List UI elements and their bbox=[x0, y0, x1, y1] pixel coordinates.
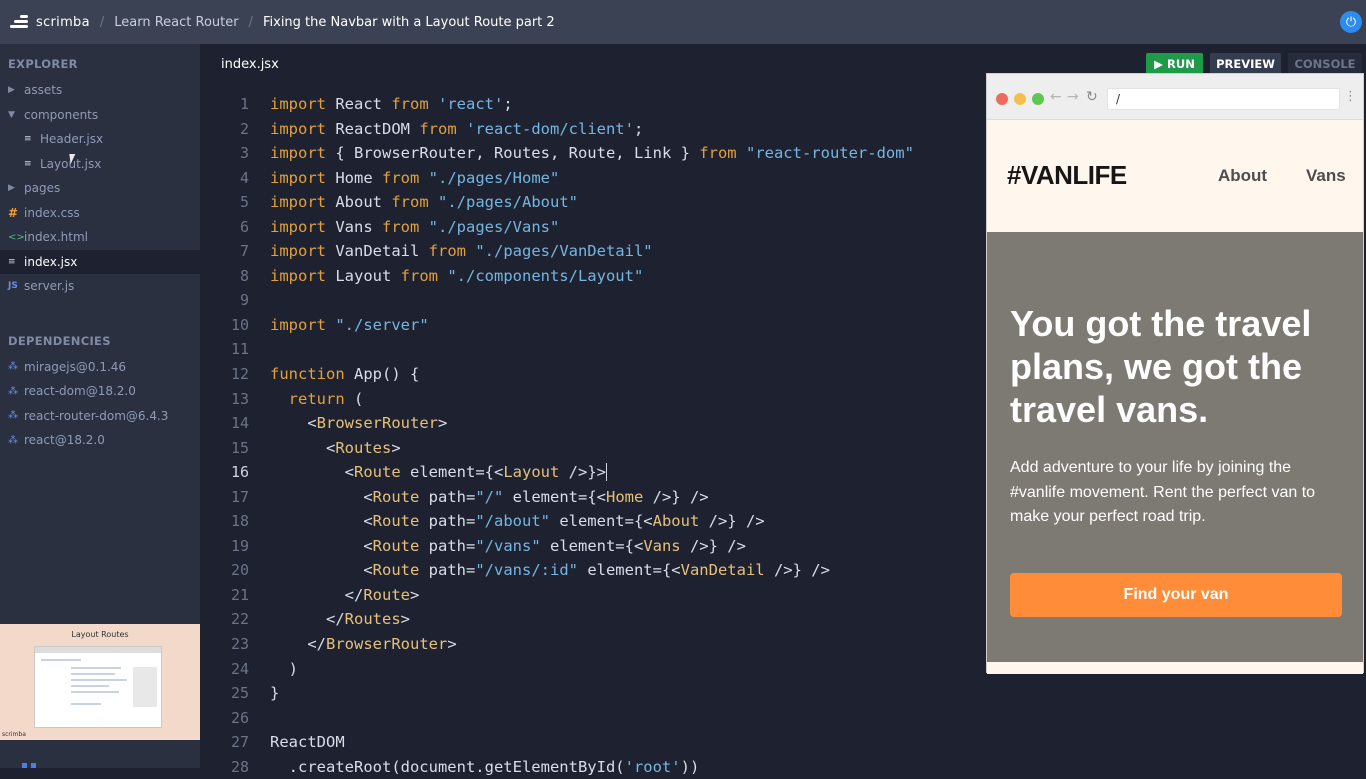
page-footer-strip bbox=[987, 662, 1363, 674]
chevron-right-icon: ▶ bbox=[8, 85, 15, 96]
lines-icon: ≡ bbox=[8, 256, 16, 267]
run-button[interactable]: ▶ RUN bbox=[1146, 53, 1203, 74]
logo-text: scrimba bbox=[36, 14, 90, 30]
breadcrumb-lesson: Fixing the Navbar with a Layout Route pa… bbox=[262, 14, 555, 30]
site-logo[interactable]: #VANLIFE bbox=[1007, 160, 1127, 191]
hash-icon: # bbox=[8, 205, 19, 220]
console-button[interactable]: CONSOLE bbox=[1288, 53, 1362, 74]
scrimba-logo-icon bbox=[10, 14, 30, 30]
file-header-jsx[interactable]: ≡ Header.jsx bbox=[0, 127, 200, 152]
file-layout-jsx[interactable]: ≡ Layout.jsx bbox=[0, 152, 200, 177]
file-index-css[interactable]: # index.css bbox=[0, 201, 200, 226]
run-label: RUN bbox=[1167, 56, 1195, 71]
tree-item-label: Header.jsx bbox=[40, 132, 104, 147]
dependency-item[interactable]: ⁂ miragejs@0.1.46 bbox=[0, 355, 200, 380]
folder-components[interactable]: ▼ components bbox=[0, 103, 200, 128]
hero-subtitle: Add adventure to your life by joining th… bbox=[1010, 459, 1316, 525]
file-index-jsx[interactable]: ≡ index.jsx bbox=[0, 249, 200, 274]
package-icon: ⁂ bbox=[8, 361, 18, 373]
package-icon: ⁂ bbox=[8, 434, 18, 446]
dependency-item[interactable]: ⁂ react-router-dom@6.4.3 bbox=[0, 404, 200, 429]
nav-link-about[interactable]: About bbox=[1218, 166, 1267, 186]
text-caret bbox=[606, 463, 607, 482]
thumbnail-screen bbox=[34, 646, 162, 728]
package-icon: ⁂ bbox=[8, 385, 18, 397]
find-your-van-button[interactable]: Find your van bbox=[1010, 573, 1342, 617]
maximize-dot-icon[interactable] bbox=[1032, 93, 1044, 105]
close-dot-icon[interactable] bbox=[996, 93, 1008, 105]
forward-arrow-icon[interactable]: → bbox=[1067, 89, 1079, 105]
tree-item-label: components bbox=[24, 107, 99, 122]
play-icon: ▶ bbox=[1154, 56, 1164, 71]
scrim-thumbnail[interactable]: Layout Routes scrimba bbox=[0, 624, 200, 740]
kebab-menu-icon[interactable]: ⋮ bbox=[1344, 89, 1357, 104]
breadcrumb-separator: / bbox=[248, 14, 253, 30]
nav-link-vans[interactable]: Vans bbox=[1306, 166, 1346, 186]
preview-window[interactable]: ← → ↻ / ⋮ #VANLIFE About Vans You got th… bbox=[986, 73, 1364, 674]
tree-item-label: index.jsx bbox=[24, 254, 78, 269]
hero-title: You got the travel plans, we got the tra… bbox=[1010, 303, 1312, 430]
thumbnail-title: Layout Routes bbox=[71, 630, 129, 639]
chevron-down-icon: ▼ bbox=[8, 109, 15, 120]
pause-icon[interactable] bbox=[22, 763, 36, 768]
js-icon: JS bbox=[8, 281, 18, 292]
tree-item-label: server.js bbox=[24, 279, 75, 294]
url-input[interactable]: / bbox=[1107, 88, 1340, 110]
dependency-label: react-dom@18.2.0 bbox=[24, 384, 136, 399]
power-icon[interactable]: ⏻ bbox=[1340, 11, 1362, 33]
sidebar-bottom-strip bbox=[0, 740, 200, 768]
browser-chrome: ← → ↻ / ⋮ bbox=[987, 74, 1363, 120]
scrimba-logo[interactable]: scrimba bbox=[10, 14, 90, 30]
reload-icon[interactable]: ↻ bbox=[1086, 89, 1098, 105]
explorer-title: EXPLORER bbox=[8, 57, 78, 71]
top-bar: scrimba / Learn React Router / Fixing th… bbox=[0, 0, 1366, 44]
file-tab[interactable]: index.jsx bbox=[221, 57, 279, 72]
file-lines-icon: ≡ bbox=[24, 134, 32, 145]
file-lines-icon: ≡ bbox=[24, 158, 32, 169]
hero-section: You got the travel plans, we got the tra… bbox=[987, 232, 1363, 662]
chevron-right-icon: ▶ bbox=[8, 183, 15, 194]
tree-item-label: index.html bbox=[24, 230, 88, 245]
tree-item-label: pages bbox=[24, 181, 61, 196]
tree-item-label: assets bbox=[24, 83, 63, 98]
breadcrumb-course[interactable]: Learn React Router bbox=[114, 15, 238, 30]
breadcrumb-separator: / bbox=[99, 14, 105, 30]
minimize-dot-icon[interactable] bbox=[1014, 93, 1026, 105]
site-header: #VANLIFE About Vans bbox=[987, 120, 1363, 232]
dependency-label: react-router-dom@6.4.3 bbox=[24, 408, 169, 423]
tree-item-label: index.css bbox=[24, 205, 80, 220]
dependencies-title: DEPENDENCIES bbox=[8, 333, 111, 348]
dependency-label: react@18.2.0 bbox=[24, 433, 105, 448]
thumbnail-logo: scrimba bbox=[2, 731, 26, 738]
folder-assets[interactable]: ▶ assets bbox=[0, 78, 200, 103]
dependency-item[interactable]: ⁂ react@18.2.0 bbox=[0, 428, 200, 453]
dependency-label: miragejs@0.1.46 bbox=[24, 359, 127, 374]
dependency-item[interactable]: ⁂ react-dom@18.2.0 bbox=[0, 379, 200, 404]
preview-button[interactable]: PREVIEW bbox=[1210, 53, 1281, 74]
code-icon: <> bbox=[8, 231, 25, 243]
folder-pages[interactable]: ▶ pages bbox=[0, 176, 200, 201]
mouse-cursor-icon bbox=[69, 154, 77, 164]
back-arrow-icon[interactable]: ← bbox=[1050, 89, 1062, 105]
sidebar: EXPLORER ▶ assets ▼ components ≡ Header.… bbox=[0, 44, 200, 768]
file-server-js[interactable]: JS server.js bbox=[0, 274, 200, 299]
package-icon: ⁂ bbox=[8, 410, 18, 422]
file-index-html[interactable]: <> index.html bbox=[0, 225, 200, 250]
